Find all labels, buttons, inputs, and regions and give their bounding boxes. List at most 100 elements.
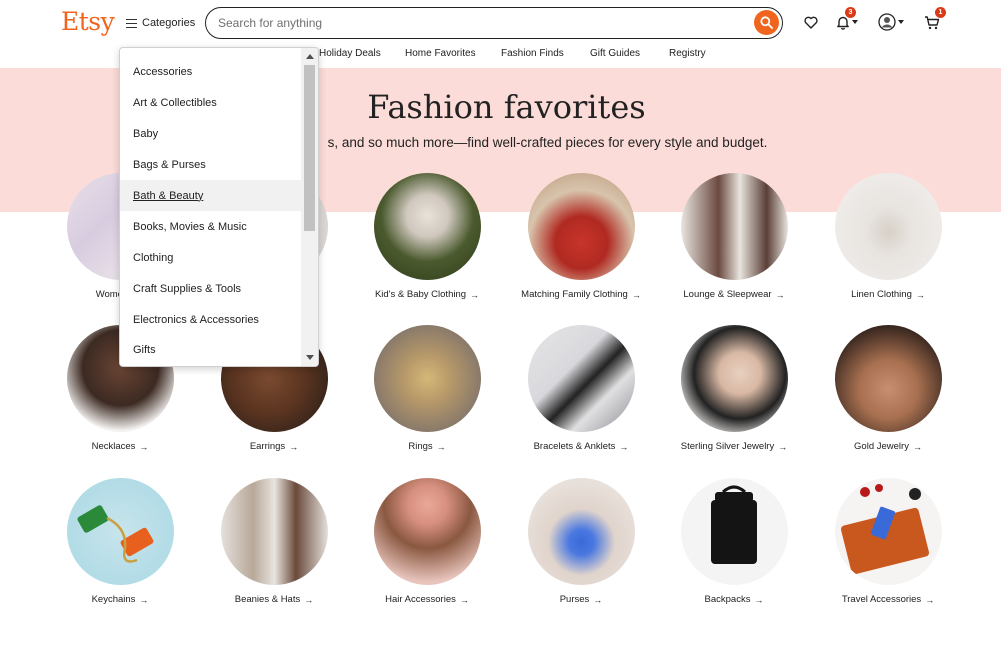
search-icon (760, 16, 773, 29)
favorites-button[interactable] (804, 12, 818, 32)
nav-fashion-finds[interactable]: Fashion Finds (501, 48, 564, 59)
arrow-right-icon: → (459, 594, 469, 605)
notification-badge: 3 (845, 7, 856, 18)
notifications-button[interactable]: 3 (836, 7, 858, 32)
scroll-down-icon[interactable] (306, 355, 314, 360)
dropdown-item-books-movies-music[interactable]: Books, Movies & Music (120, 211, 303, 242)
arrow-right-icon: → (436, 441, 446, 452)
dropdown-item-accessories[interactable]: Accessories (120, 56, 303, 87)
category-card[interactable]: Sterling Silver Jewelry → (659, 325, 809, 452)
dropdown-item-baby[interactable]: Baby (120, 118, 303, 149)
categories-dropdown: Accessories Art & Collectibles Baby Bags… (119, 47, 319, 367)
dropdown-item-clothing[interactable]: Clothing (120, 242, 303, 273)
category-label: Sterling Silver Jewelry (680, 441, 775, 452)
arrow-right-icon: → (289, 441, 299, 452)
etsy-logo[interactable]: Etsy (61, 7, 115, 36)
categories-button[interactable]: Categories (126, 12, 195, 34)
arrow-right-icon: → (775, 289, 785, 300)
category-image (373, 478, 481, 585)
category-image (527, 325, 635, 432)
chevron-down-icon (898, 20, 904, 24)
arrow-right-icon: → (925, 594, 935, 605)
category-card[interactable]: Linen Clothing → (813, 173, 963, 300)
category-image (680, 325, 788, 432)
travel-wallet-illustration (840, 484, 929, 575)
category-image (834, 325, 942, 432)
category-image (220, 478, 328, 585)
account-button[interactable] (878, 12, 904, 32)
category-card[interactable]: Travel Accessories → (813, 478, 963, 605)
nav-holiday-deals[interactable]: Holiday Deals (319, 48, 381, 59)
category-image (680, 478, 788, 585)
backpack-illustration (710, 485, 757, 564)
category-label: Rings (408, 441, 433, 452)
category-label: Purses (559, 594, 590, 605)
search-button[interactable] (754, 10, 779, 35)
category-card[interactable]: Rings → (352, 325, 502, 452)
dropdown-item-craft-supplies[interactable]: Craft Supplies & Tools (120, 273, 303, 304)
category-card[interactable]: Keychains → (45, 478, 195, 605)
category-label: Kid's & Baby Clothing (374, 289, 467, 300)
category-label: Necklaces (91, 441, 136, 452)
keychain-illustration (76, 505, 153, 563)
search-bar (205, 7, 783, 39)
dropdown-item-art-collectibles[interactable]: Art & Collectibles (120, 87, 303, 118)
arrow-right-icon: → (915, 289, 925, 300)
dropdown-scrollbar[interactable] (301, 48, 318, 366)
category-image (373, 173, 481, 280)
category-card[interactable]: Gold Jewelry → (813, 325, 963, 452)
category-image (680, 173, 788, 280)
arrow-right-icon: → (754, 594, 764, 605)
arrow-right-icon: → (139, 594, 149, 605)
cart-badge: 1 (935, 7, 946, 18)
hamburger-icon (126, 18, 137, 28)
dropdown-item-electronics[interactable]: Electronics & Accessories (120, 304, 303, 335)
category-label: Linen Clothing (851, 289, 912, 300)
category-image (373, 325, 481, 432)
nav-home-favorites[interactable]: Home Favorites (405, 48, 476, 59)
arrow-right-icon: → (470, 289, 480, 300)
arrow-right-icon: → (139, 441, 149, 452)
category-label: Travel Accessories (841, 594, 922, 605)
category-label: Backpacks (704, 594, 751, 605)
category-card[interactable]: Purses → (506, 478, 656, 605)
category-card[interactable]: Beanies & Hats → (199, 478, 349, 605)
category-card[interactable]: Kid's & Baby Clothing → (352, 173, 502, 300)
dropdown-item-gifts[interactable]: Gifts (120, 334, 303, 365)
category-card[interactable]: Matching Family Clothing → (506, 173, 656, 300)
scroll-up-icon[interactable] (306, 54, 314, 59)
category-card[interactable]: Bracelets & Anklets → (506, 325, 656, 452)
avatar-icon (878, 13, 896, 31)
scrollbar-thumb[interactable] (304, 65, 315, 231)
nav-gift-guides[interactable]: Gift Guides (590, 48, 640, 59)
categories-label: Categories (142, 17, 196, 29)
category-label: Gold Jewelry (854, 441, 909, 452)
category-label: Beanies & Hats (234, 594, 301, 605)
category-label: Lounge & Sleepwear (683, 289, 772, 300)
dropdown-item-bath-beauty[interactable]: Bath & Beauty (120, 180, 303, 211)
heart-icon (804, 16, 818, 29)
dropdown-item-bags-purses[interactable]: Bags & Purses (120, 149, 303, 180)
arrow-right-icon: → (778, 441, 788, 452)
category-label: Earrings (249, 441, 286, 452)
category-image (527, 173, 635, 280)
category-card[interactable]: Backpacks → (659, 478, 809, 605)
chevron-down-icon (852, 20, 858, 24)
category-image (834, 173, 942, 280)
search-input[interactable] (218, 15, 738, 31)
arrow-right-icon: → (912, 441, 922, 452)
nav-registry[interactable]: Registry (669, 48, 706, 59)
category-label: Bracelets & Anklets (533, 441, 616, 452)
category-card[interactable]: Hair Accessories → (352, 478, 502, 605)
category-label: Hair Accessories (385, 594, 456, 605)
category-image (66, 478, 174, 585)
header: Etsy Categories 3 1 (0, 0, 1001, 44)
category-label: Keychains (91, 594, 136, 605)
arrow-right-icon: → (631, 289, 641, 300)
cart-button[interactable]: 1 (924, 7, 946, 32)
arrow-right-icon: → (593, 594, 603, 605)
arrow-right-icon: → (304, 594, 314, 605)
arrow-right-icon: → (619, 441, 629, 452)
category-image (834, 478, 942, 585)
category-card[interactable]: Lounge & Sleepwear → (659, 173, 809, 300)
